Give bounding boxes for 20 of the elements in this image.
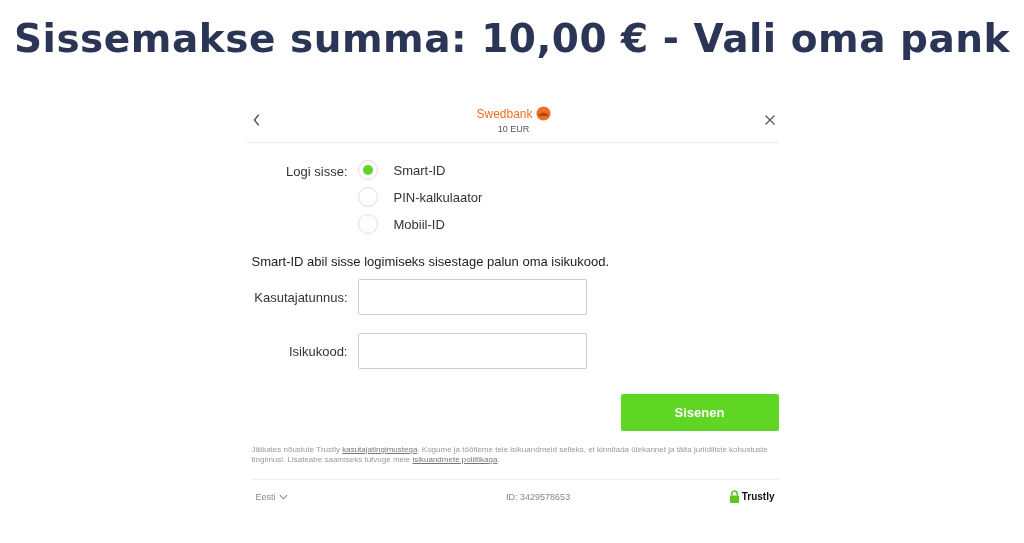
transaction-id: ID: 3429578653: [506, 491, 571, 502]
input-field[interactable]: [357, 279, 587, 315]
input-field[interactable]: [357, 333, 587, 369]
bank-logo-icon: [535, 106, 551, 121]
legal-text: Jätkates nõustute Trustly kasutajatingimustega. Kogume ja töötleme teie isikuandmeid selleks, et kinnitada ülekannet ja täita juriidiliste kohustuste tingimusi. Lisateabe saamiseks tutvuge meie isikuandmete poliitikaga.: [251, 445, 769, 465]
field-label: Isikukood:: [287, 343, 348, 359]
padlock-icon: [728, 490, 740, 503]
chevron-down-icon[interactable]: [278, 493, 288, 500]
radio-label[interactable]: Smart-ID: [393, 162, 446, 178]
field-label: Kasutajatunnus:: [253, 289, 348, 305]
language-selector[interactable]: Eesti: [255, 491, 276, 502]
amount: 10 EUR: [497, 124, 530, 134]
instruction-text: Smart-ID abil sisse logimiseks sisestage palun oma isikukood.: [251, 254, 611, 269]
radio-label[interactable]: PIN-kalkulaator: [393, 189, 483, 205]
brand-name: Trustly: [741, 491, 775, 502]
radio-label[interactable]: Mobiil-ID: [393, 216, 445, 232]
page-heading: Sissemakse summa: 10,00 € - Vali oma pank: [13, 15, 1011, 63]
login-label: Logi sisse:: [285, 164, 348, 181]
bank-name: Swedbank: [476, 106, 533, 121]
close-icon[interactable]: [764, 113, 777, 127]
